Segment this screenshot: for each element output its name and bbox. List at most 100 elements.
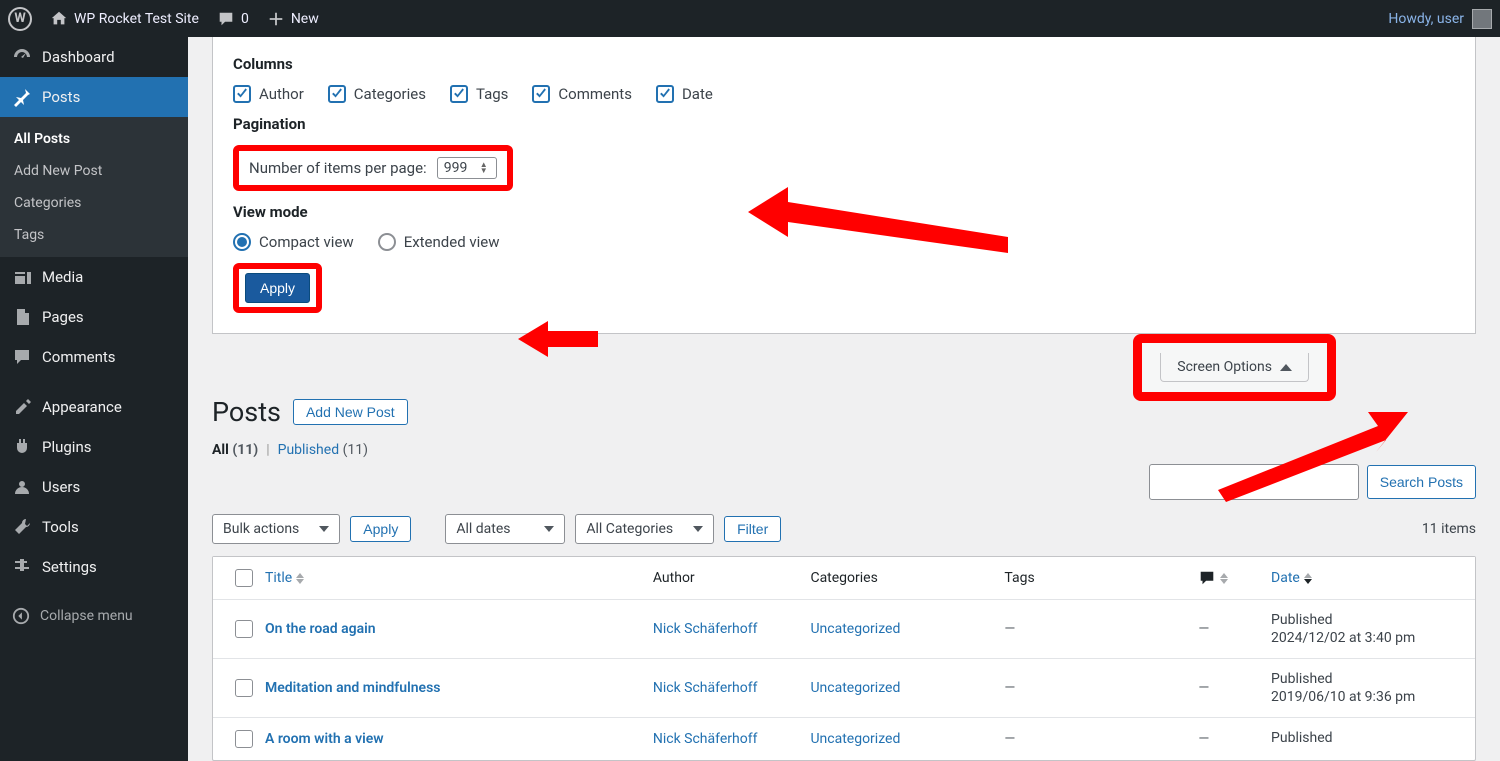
menu-settings-label: Settings (42, 558, 97, 576)
site-title: WP Rocket Test Site (74, 11, 199, 27)
select-all-checkbox[interactable] (235, 569, 253, 587)
howdy-text: Howdy, user (1388, 11, 1464, 27)
chevron-down-icon (693, 526, 703, 532)
menu-appearance[interactable]: Appearance (0, 387, 188, 427)
comments-cell: — (1198, 731, 1271, 747)
submenu-categories[interactable]: Categories (0, 187, 188, 219)
menu-media-label: Media (42, 268, 83, 286)
viewmode-extended[interactable]: Extended view (378, 233, 500, 251)
col-date-label: Date (682, 85, 713, 103)
author-link[interactable]: Nick Schäferhoff (653, 621, 758, 637)
pagination-heading: Pagination (233, 115, 1455, 133)
screen-options-apply-button[interactable]: Apply (245, 273, 310, 303)
new-label: New (291, 11, 319, 27)
highlight-per-page: Number of items per page: 999 ▲▼ (233, 145, 513, 191)
per-page-value: 999 (444, 160, 468, 176)
comments-cell: — (1198, 621, 1271, 637)
comments-bubble[interactable]: 0 (217, 10, 249, 28)
chevron-down-icon (544, 526, 554, 532)
menu-plugins[interactable]: Plugins (0, 427, 188, 467)
date-cell: Published2024/12/02 at 3:40 pm (1271, 612, 1465, 646)
filter-all[interactable]: All (11) (212, 442, 258, 458)
howdy-user[interactable]: Howdy, user (1388, 9, 1492, 29)
columns-heading: Columns (233, 55, 1455, 73)
submenu-add-new-post[interactable]: Add New Post (0, 155, 188, 187)
add-new-post-button[interactable]: Add New Post (293, 399, 408, 425)
collapse-label: Collapse menu (40, 608, 133, 624)
th-tags: Tags (1004, 570, 1198, 586)
page-title: Posts (212, 396, 281, 428)
radio-icon (233, 233, 251, 251)
dates-label: All dates (456, 521, 510, 537)
sort-icon (1220, 573, 1228, 584)
category-filter-select[interactable]: All Categories (575, 514, 714, 544)
category-link[interactable]: Uncategorized (810, 731, 900, 747)
col-author-toggle[interactable]: Author (233, 85, 304, 103)
row-checkbox[interactable] (235, 679, 253, 697)
users-icon (12, 477, 32, 497)
submenu-all-posts[interactable]: All Posts (0, 123, 188, 155)
menu-posts-label: Posts (42, 88, 80, 106)
number-spinner-icon[interactable]: ▲▼ (480, 162, 490, 174)
cats-label: All Categories (586, 521, 673, 537)
bulk-apply-button[interactable]: Apply (350, 516, 411, 542)
col-author-label: Author (259, 85, 304, 103)
menu-pages[interactable]: Pages (0, 297, 188, 337)
col-date-toggle[interactable]: Date (656, 85, 713, 103)
submenu-tags[interactable]: Tags (0, 219, 188, 251)
menu-users-label: Users (42, 478, 80, 496)
search-input[interactable] (1149, 464, 1359, 500)
per-page-input[interactable]: 999 ▲▼ (437, 157, 497, 179)
filter-button[interactable]: Filter (724, 516, 781, 542)
author-link[interactable]: Nick Schäferhoff (653, 731, 758, 747)
new-content[interactable]: New (267, 10, 319, 28)
col-tags-toggle[interactable]: Tags (450, 85, 508, 103)
author-link[interactable]: Nick Schäferhoff (653, 680, 758, 696)
table-row: A room with a view Nick Schäferhoff Unca… (213, 717, 1475, 760)
plus-icon (267, 10, 285, 28)
comments-cell: — (1198, 680, 1271, 696)
menu-tools[interactable]: Tools (0, 507, 188, 547)
sort-icon (296, 573, 304, 584)
pin-icon (12, 87, 32, 107)
screen-options-tab[interactable]: Screen Options (1160, 353, 1309, 382)
post-title-link[interactable]: Meditation and mindfulness (265, 680, 440, 696)
date-filter-select[interactable]: All dates (445, 514, 565, 544)
menu-dashboard[interactable]: Dashboard (0, 37, 188, 77)
extended-label: Extended view (404, 233, 500, 251)
highlight-apply: Apply (233, 263, 322, 313)
checkbox-icon (450, 85, 468, 103)
table-header: Title Author Categories Tags Date (213, 557, 1475, 599)
collapse-menu[interactable]: Collapse menu (0, 597, 188, 635)
col-comments-toggle[interactable]: Comments (532, 85, 632, 103)
filter-published[interactable]: Published (11) (278, 442, 368, 458)
th-title[interactable]: Title (265, 570, 653, 586)
viewmode-compact[interactable]: Compact view (233, 233, 354, 251)
menu-users[interactable]: Users (0, 467, 188, 507)
th-date[interactable]: Date (1271, 570, 1465, 586)
post-title-link[interactable]: On the road again (265, 621, 376, 637)
wp-logo[interactable]: W (8, 7, 32, 31)
menu-posts[interactable]: Posts (0, 77, 188, 117)
items-count: 11 items (1422, 521, 1476, 537)
site-link[interactable]: WP Rocket Test Site (50, 10, 199, 28)
th-comments[interactable] (1198, 569, 1271, 587)
col-categories-toggle[interactable]: Categories (328, 85, 426, 103)
row-checkbox[interactable] (235, 620, 253, 638)
content-area: Columns Author Categories Tags Comments … (188, 37, 1500, 761)
bulk-actions-select[interactable]: Bulk actions (212, 514, 340, 544)
menu-appearance-label: Appearance (42, 398, 122, 416)
viewmode-heading: View mode (233, 203, 1455, 221)
category-link[interactable]: Uncategorized (810, 621, 900, 637)
post-title-link[interactable]: A room with a view (265, 731, 384, 747)
menu-plugins-label: Plugins (42, 438, 91, 456)
posts-table: Title Author Categories Tags Date On the… (212, 556, 1476, 761)
category-link[interactable]: Uncategorized (810, 680, 900, 696)
checkbox-icon (233, 85, 251, 103)
row-checkbox[interactable] (235, 730, 253, 748)
search-posts-button[interactable]: Search Posts (1367, 465, 1476, 499)
menu-comments[interactable]: Comments (0, 337, 188, 377)
menu-media[interactable]: Media (0, 257, 188, 297)
th-categories: Categories (810, 570, 1004, 586)
menu-settings[interactable]: Settings (0, 547, 188, 587)
